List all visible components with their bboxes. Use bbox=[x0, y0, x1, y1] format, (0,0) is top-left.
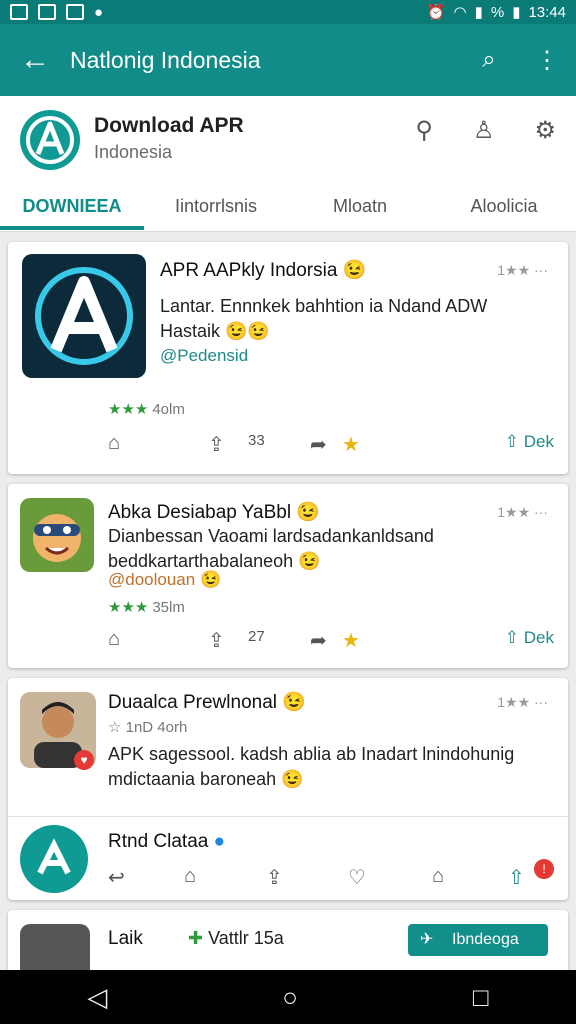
list-item[interactable]: APR AAPkly Indorsia 😉 1★★ ··· Lantar. En… bbox=[8, 242, 568, 474]
share-icon[interactable]: ⇪ bbox=[266, 865, 283, 890]
battery-icon: ▮ bbox=[512, 4, 521, 21]
download-button[interactable]: ✈ Ibndeoga bbox=[408, 924, 548, 956]
alarm-icon: ⏰ bbox=[426, 4, 446, 21]
notification-icon bbox=[10, 3, 28, 20]
gallery-icon bbox=[38, 3, 56, 20]
send-icon: ✈ bbox=[420, 931, 434, 948]
rating: 1★★ ··· bbox=[497, 262, 548, 278]
author-name: Duaalca Prewlnonal 😉 bbox=[108, 692, 306, 713]
home-icon[interactable]: ⌂ bbox=[108, 628, 120, 651]
app-name: Abka Desiabap YaBbl 😉 bbox=[108, 502, 321, 523]
forward-icon[interactable]: ➦ bbox=[310, 432, 327, 457]
author-name: Laik bbox=[108, 928, 143, 949]
channel-subtitle: Indonesia bbox=[94, 142, 173, 162]
app-description: Dianbessan Vaoami lardsadankanldsand bed… bbox=[108, 526, 434, 571]
settings-icon[interactable]: ⚙ bbox=[534, 116, 556, 145]
app-logo bbox=[20, 825, 88, 893]
tab-bar: DOWNIEEA Iintorrlsnis Mloatn Aloolicia bbox=[0, 182, 576, 230]
app-tag[interactable]: @doolouan 😉 bbox=[108, 570, 221, 590]
channel-logo bbox=[20, 110, 80, 170]
home-icon[interactable]: ⌂ bbox=[108, 432, 120, 455]
battery-text: % bbox=[490, 3, 505, 21]
home-icon[interactable]: ⌂ bbox=[184, 865, 196, 888]
rating: 1★★ ··· bbox=[497, 504, 548, 520]
verified-icon: ● bbox=[213, 831, 226, 852]
search-icon[interactable]: ⚲ bbox=[415, 116, 433, 145]
app-description: Lantar. Ennnkek bahhtion ia Ndand ADW Ha… bbox=[160, 296, 488, 341]
notification-badge: ! bbox=[534, 859, 554, 879]
verified-label: ✚ Vattlr 15a bbox=[188, 928, 284, 948]
upload-icon[interactable]: ⇧ bbox=[508, 865, 525, 890]
nested-post: Rtnd Clataa ● ↩ ⌂ ⇪ ♡ ⌂ ⇧ ! bbox=[8, 816, 568, 900]
app-icon bbox=[22, 254, 146, 378]
star-icon[interactable]: ★ bbox=[342, 432, 360, 457]
app-icon bbox=[20, 498, 94, 572]
rating: 1★★ ··· bbox=[497, 694, 548, 710]
star-rating: ★★★ 35lm bbox=[108, 599, 185, 616]
heart-icon[interactable]: ♡ bbox=[348, 865, 366, 890]
star-rating: ★★★ 4olm bbox=[108, 401, 185, 418]
app-tag[interactable]: @Pedensid bbox=[160, 346, 248, 366]
reply-icon[interactable]: ↩ bbox=[108, 865, 125, 890]
back-arrow-icon[interactable]: ← bbox=[0, 43, 70, 77]
post-meta: ☆ 1nD 4orh bbox=[108, 719, 188, 736]
tab-applications[interactable]: Aloolicia bbox=[432, 182, 576, 230]
forward-icon[interactable]: ➦ bbox=[310, 628, 327, 653]
list-item[interactable]: ♥ Duaalca Prewlnonal 😉 1★★ ··· ☆ 1nD 4or… bbox=[8, 678, 568, 900]
verified-icon: ✚ bbox=[188, 928, 204, 948]
shield-icon: ● bbox=[94, 3, 104, 21]
share-icon[interactable]: ⇪ bbox=[208, 628, 225, 653]
star-icon[interactable]: ★ bbox=[342, 628, 360, 653]
list-item[interactable]: Abka Desiabap YaBbl 😉 1★★ ··· Dianbessan… bbox=[8, 484, 568, 668]
tab-downloads[interactable]: DOWNIEEA bbox=[0, 182, 144, 230]
app-bar: ← Natlonig Indonesia ⌕ ⋮ bbox=[0, 24, 576, 96]
post-text: APK sagessool. kadsh ablia ab Inadart ln… bbox=[108, 744, 515, 789]
post-author: Rtnd Clataa ● bbox=[108, 831, 226, 852]
signal-icon: ▮ bbox=[474, 4, 483, 21]
clock: 13:44 bbox=[528, 3, 566, 21]
channel-header: Download APR Indonesia ⚲ ♙ ⚙ DOWNIEEA Ii… bbox=[0, 96, 576, 232]
system-nav-bar: ◁ ○ □ bbox=[0, 970, 576, 1024]
bookmark-icon[interactable]: ⌂ bbox=[432, 865, 444, 888]
status-bar: ● ⏰ ◠ ▮ % ▮ 13:44 bbox=[0, 0, 576, 24]
share-count: 33 bbox=[248, 432, 265, 449]
page-title: Natlonig Indonesia bbox=[70, 46, 261, 73]
search-icon[interactable]: ⌕ bbox=[460, 46, 518, 74]
tab-information[interactable]: Iintorrlsnis bbox=[144, 182, 288, 230]
notification-badge: ♥ bbox=[74, 750, 94, 770]
channel-title: Download APR bbox=[94, 114, 244, 137]
recents-icon[interactable]: □ bbox=[473, 982, 489, 1013]
download-button[interactable]: ⇧ Dek bbox=[505, 432, 554, 452]
home-icon[interactable]: ○ bbox=[282, 982, 298, 1013]
tab-more[interactable]: Mloatn bbox=[288, 182, 432, 230]
back-icon[interactable]: ◁ bbox=[87, 982, 107, 1013]
more-menu-icon[interactable]: ⋮ bbox=[518, 46, 576, 75]
app-name: APR AAPkly Indorsia 😉 bbox=[160, 260, 367, 281]
profile-icon[interactable]: ♙ bbox=[473, 116, 495, 145]
download-button[interactable]: ⇧ Dek bbox=[505, 628, 554, 648]
alert-icon bbox=[66, 3, 84, 20]
share-icon[interactable]: ⇪ bbox=[208, 432, 225, 457]
wifi-icon: ◠ bbox=[453, 4, 467, 21]
share-count: 27 bbox=[248, 628, 265, 645]
